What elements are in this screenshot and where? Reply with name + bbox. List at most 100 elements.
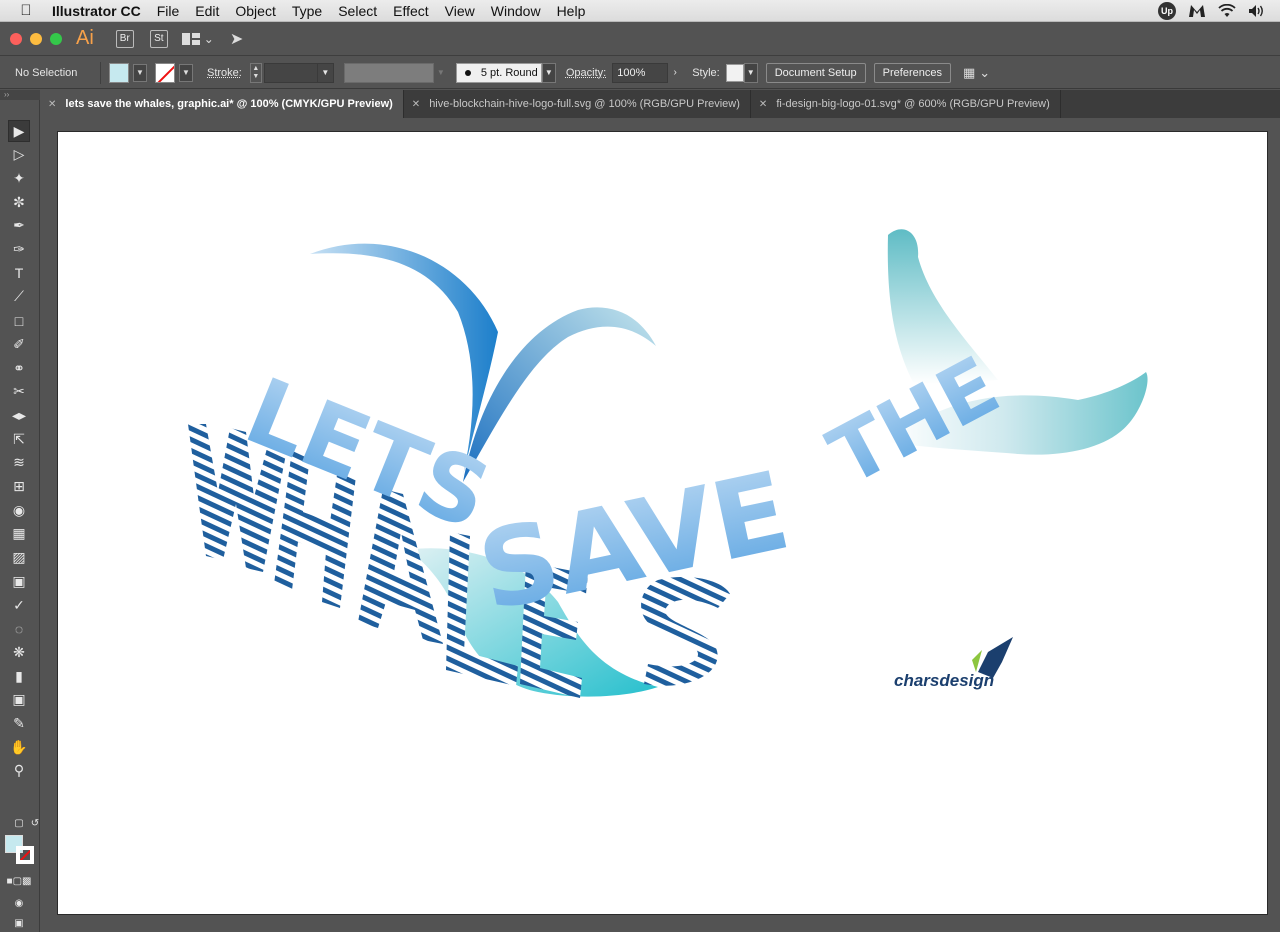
canvas-area[interactable]: LETS SAVE THE charsdesign xyxy=(41,118,1280,932)
style-label: Style: xyxy=(692,66,720,79)
tab-label: lets save the whales, graphic.ai* @ 100%… xyxy=(65,98,393,110)
brush-definition[interactable]: 5 pt. Round xyxy=(455,62,542,83)
curvature-tool-icon[interactable]: ✑ xyxy=(8,239,30,261)
tab-label: hive-blockchain-hive-logo-full.svg @ 100… xyxy=(429,98,740,110)
control-bar: No Selection ▼ ▼ Stroke: ▲ ▼ ▼ ▼ 5 pt. Ro… xyxy=(0,57,1280,89)
tools-panel: ▶ ▷ ✦ ✼ ✒ ✑ T ⟋ □ ✐ ⚭ ✂ ◂▸ ⇱ ≋ ⊞ ◉ ▦ ▨ ▣ ✓ ◌ ❋ ▮ ▣ ✎ ✋ ⚲ ▢ ↺ ■▢▩ ◉ ▣ xyxy=(0,100,40,932)
gradient-tool-icon[interactable]: ▣ xyxy=(8,570,30,592)
reflect-tool-icon[interactable]: ◂▸ xyxy=(8,404,30,426)
tab-lets-save-the-whales[interactable]: ✕ lets save the whales, graphic.ai* @ 10… xyxy=(40,90,404,118)
preferences-button[interactable]: Preferences xyxy=(873,62,951,83)
close-tab-icon[interactable]: ✕ xyxy=(412,99,420,110)
artboard-tool-icon[interactable]: ▣ xyxy=(8,689,30,711)
blend-tool-icon[interactable]: ◌ xyxy=(8,618,30,640)
lasso-tool-icon[interactable]: ✼ xyxy=(8,191,30,213)
minimize-window-button[interactable] xyxy=(30,32,42,45)
magic-wand-tool-icon[interactable]: ✦ xyxy=(8,167,30,189)
fill-dropdown-button[interactable]: ▼ xyxy=(133,63,147,82)
close-tab-icon[interactable]: ✕ xyxy=(759,99,767,110)
opacity-label[interactable]: Opacity: xyxy=(566,67,606,79)
tab-label: fi-design-big-logo-01.svg* @ 600% (RGB/G… xyxy=(776,98,1050,110)
fill-stroke-widget[interactable] xyxy=(5,835,35,865)
screen-mode-icon[interactable]: ▣ xyxy=(8,912,30,932)
arrange-icon[interactable]: ▦ ⌄ xyxy=(963,65,990,81)
variable-width-profile[interactable] xyxy=(343,62,434,83)
selection-tool-icon[interactable]: ▶ xyxy=(8,120,30,142)
stroke-box[interactable] xyxy=(16,846,34,864)
menu-select[interactable]: Select xyxy=(338,3,377,19)
shaper-tool-icon[interactable]: ⚭ xyxy=(8,357,30,379)
slice-tool-icon[interactable]: ✎ xyxy=(8,713,30,735)
stroke-weight-field[interactable]: ▼ xyxy=(263,62,334,83)
symbol-sprayer-tool-icon[interactable]: ❋ xyxy=(8,641,30,663)
close-window-button[interactable] xyxy=(10,32,22,45)
mesh-tool-icon[interactable]: ▨ xyxy=(8,547,30,569)
line-segment-tool-icon[interactable]: ⟋ xyxy=(8,286,30,308)
tools-panel-collapse[interactable]: ›› xyxy=(0,90,40,100)
artboard[interactable]: LETS SAVE THE charsdesign xyxy=(57,131,1268,915)
malwarebytes-icon[interactable] xyxy=(1188,3,1206,19)
zoom-tool-icon[interactable]: ⚲ xyxy=(8,760,30,782)
opacity-input[interactable]: 100% xyxy=(612,62,669,83)
graphic-style-swatch[interactable] xyxy=(725,63,744,82)
close-tab-icon[interactable]: ✕ xyxy=(48,99,56,110)
fill-color-swatch[interactable] xyxy=(109,62,129,83)
charsdesign-logo: charsdesign xyxy=(894,637,1013,690)
stroke-label[interactable]: Stroke: xyxy=(207,67,242,79)
illustrator-window:  Illustrator CC File Edit Object Type S… xyxy=(0,0,1280,932)
volume-icon[interactable] xyxy=(1248,4,1266,18)
menu-view[interactable]: View xyxy=(445,3,475,19)
menu-object[interactable]: Object xyxy=(235,3,275,19)
style-dropdown[interactable]: ▼ xyxy=(743,62,758,83)
menu-window[interactable]: Window xyxy=(491,3,541,19)
opacity-slider-button[interactable]: › xyxy=(668,63,682,83)
menu-extras: Up xyxy=(1158,0,1266,22)
document-setup-button[interactable]: Document Setup xyxy=(765,62,866,83)
wifi-icon[interactable] xyxy=(1218,4,1236,18)
arrange-documents-button[interactable]: ⌄ xyxy=(181,32,214,46)
direct-selection-tool-icon[interactable]: ▷ xyxy=(8,144,30,166)
chevron-down-icon: ⌄ xyxy=(979,64,991,80)
tab-fi-design-logo[interactable]: ✕ fi-design-big-logo-01.svg* @ 600% (RGB… xyxy=(751,90,1061,118)
stock-button[interactable]: St xyxy=(149,29,168,48)
warp-tool-icon[interactable]: ≋ xyxy=(8,452,30,474)
menu-file[interactable]: File xyxy=(157,3,180,19)
stroke-dropdown-button[interactable]: ▼ xyxy=(179,63,193,82)
menu-type[interactable]: Type xyxy=(292,3,322,19)
menu-effect[interactable]: Effect xyxy=(393,3,429,19)
brush-label: 5 pt. Round xyxy=(480,66,538,79)
eyedropper-tool-icon[interactable]: ✓ xyxy=(8,594,30,616)
type-tool-icon[interactable]: T xyxy=(8,262,30,284)
hand-tool-icon[interactable]: ✋ xyxy=(8,736,30,758)
menu-help[interactable]: Help xyxy=(557,3,586,19)
drawing-mode-icon[interactable]: ◉ xyxy=(8,892,30,914)
tab-hive-logo[interactable]: ✕ hive-blockchain-hive-logo-full.svg @ 1… xyxy=(404,90,751,118)
column-graph-tool-icon[interactable]: ▮ xyxy=(8,665,30,687)
zoom-window-button[interactable] xyxy=(50,32,62,45)
app-menu[interactable]: Illustrator CC xyxy=(52,3,141,19)
free-transform-tool-icon[interactable]: ⊞ xyxy=(8,476,30,498)
stroke-color-swatch[interactable] xyxy=(155,62,175,83)
menu-edit[interactable]: Edit xyxy=(195,3,219,19)
application-bar: Ai Br St ⌄ ➤ xyxy=(0,22,1280,56)
chevron-down-icon[interactable]: ▼ xyxy=(316,63,333,82)
eraser-tool-icon[interactable]: ✂ xyxy=(8,381,30,403)
brush-dropdown[interactable]: ▼ xyxy=(541,62,556,83)
gpu-performance-icon[interactable]: ➤ xyxy=(230,29,243,49)
stroke-weight-stepper[interactable]: ▲ ▼ xyxy=(249,62,262,83)
brand-wing-navy xyxy=(978,637,1013,678)
variable-width-dropdown[interactable]: ▼ xyxy=(434,63,448,83)
headline-save: SAVE xyxy=(469,449,800,636)
upwork-tray-icon[interactable]: Up xyxy=(1158,2,1176,20)
color-mode-icon[interactable]: ■▢▩ xyxy=(7,870,32,892)
paintbrush-tool-icon[interactable]: ✐ xyxy=(8,333,30,355)
mac-menu-bar:  Illustrator CC File Edit Object Type S… xyxy=(0,0,1280,22)
shape-builder-tool-icon[interactable]: ◉ xyxy=(8,499,30,521)
pen-tool-icon[interactable]: ✒ xyxy=(8,215,30,237)
bridge-button[interactable]: Br xyxy=(115,29,134,48)
whale-artwork[interactable]: LETS SAVE THE charsdesign xyxy=(58,132,1268,915)
apple-menu-icon[interactable]:  xyxy=(0,2,52,19)
scale-tool-icon[interactable]: ⇱ xyxy=(8,428,30,450)
rectangle-tool-icon[interactable]: □ xyxy=(8,310,30,332)
perspective-grid-tool-icon[interactable]: ▦ xyxy=(8,523,30,545)
